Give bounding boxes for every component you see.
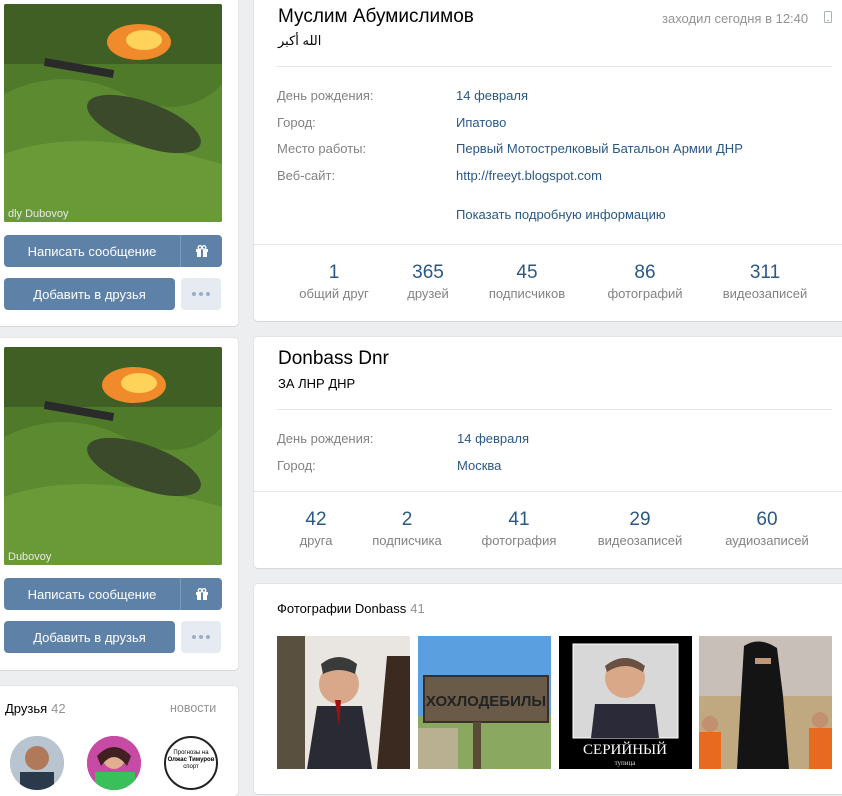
divider: [276, 66, 832, 67]
profile2-label-birthday: День рождения:: [277, 431, 374, 446]
divider: [276, 409, 832, 410]
photos-title[interactable]: Фотографии Donbass 41: [277, 601, 425, 616]
profile2-counter-followers[interactable]: 2 подписчика: [360, 509, 454, 548]
friends-news-link[interactable]: новости: [170, 701, 216, 715]
phone-icon: [824, 11, 832, 23]
profile2-label-city: Город:: [277, 458, 316, 473]
friend-avatar-3[interactable]: Прогнозы на Олжас Тимуров спорт: [164, 736, 218, 790]
profile2-photo[interactable]: Dubovoy: [4, 347, 222, 565]
profile2-message-button[interactable]: Написать сообщение: [4, 578, 180, 610]
photo-thumb-2-text: ХОХЛОДЕБИЛЫ: [426, 693, 546, 710]
profile1-name: Муслим Абумислимов: [278, 6, 474, 27]
profile2-photo-watermark: Dubovoy: [8, 551, 52, 563]
profile1-label-website: Веб-сайт:: [277, 168, 336, 183]
profile1-value-birthday[interactable]: 14 февраля: [456, 88, 528, 103]
more-icon: [192, 292, 196, 296]
divider: [254, 244, 842, 245]
photo-thumb-2[interactable]: ХОХЛОДЕБИЛЫ: [418, 636, 551, 769]
friend-avatar-1[interactable]: [10, 736, 64, 790]
profile2-add-friend-button[interactable]: Добавить в друзья: [4, 621, 175, 653]
profile1-counter-photos[interactable]: 86 фотографий: [595, 262, 695, 301]
profile1-label-city: Город:: [277, 115, 316, 130]
profile1-value-city[interactable]: Ипатово: [456, 115, 506, 130]
photo-thumb-1[interactable]: [277, 636, 410, 769]
profile1-counter-followers[interactable]: 45 подписчиков: [474, 262, 580, 301]
profile1-show-more-link[interactable]: Показать подробную информацию: [456, 207, 666, 222]
friend-avatar-2[interactable]: [87, 736, 141, 790]
profile1-counter-mutual[interactable]: 1 общий друг: [286, 262, 382, 301]
profile1-add-friend-button[interactable]: Добавить в друзья: [4, 278, 175, 310]
profile1-online-status: заходил сегодня в 12:40: [662, 11, 809, 26]
profile2-add-friend-label: Добавить в друзья: [33, 629, 146, 645]
photo-thumb-3[interactable]: СЕРИЙНЫЙ тупица: [559, 636, 692, 769]
profile1-more-button[interactable]: [181, 278, 221, 310]
profile1-photo[interactable]: dly Dubovoy: [4, 4, 222, 222]
profile1-value-work[interactable]: Первый Мотострелковый Батальон Армии ДНР: [456, 141, 743, 156]
photos-count: 41: [410, 601, 425, 616]
profile2-counter-photos[interactable]: 41 фотография: [470, 509, 568, 548]
profile2-gift-button[interactable]: [180, 578, 222, 610]
profile1-label-work: Место работы:: [277, 141, 367, 156]
profile1-counter-friends[interactable]: 365 друзей: [384, 262, 472, 301]
profile1-status: الله أكبر: [278, 33, 322, 48]
profile2-name: Donbass Dnr: [278, 348, 389, 369]
profile1-gift-button[interactable]: [180, 235, 222, 267]
profile2-status: ЗА ЛНР ДНР: [278, 376, 356, 391]
divider: [254, 491, 842, 492]
photo-thumb-3-sub: тупица: [615, 759, 637, 767]
friend-avatar-3-text-2: Олжас Тимуров: [167, 757, 215, 763]
friends-count: 42: [51, 701, 66, 716]
profile1-counter-videos[interactable]: 311 видеозаписей: [710, 262, 820, 301]
more-icon: [192, 635, 196, 639]
profile1-label-birthday: День рождения:: [277, 88, 374, 103]
profile2-value-birthday[interactable]: 14 февраля: [457, 431, 529, 446]
profile1-add-friend-label: Добавить в друзья: [33, 286, 146, 302]
profile1-message-button[interactable]: Написать сообщение: [4, 235, 180, 267]
gift-icon: [195, 245, 208, 257]
profile2-counter-videos[interactable]: 29 видеозаписей: [585, 509, 695, 548]
profile2-more-button[interactable]: [181, 621, 221, 653]
profile1-message-label: Написать сообщение: [27, 243, 157, 259]
photo-thumb-3-text: СЕРИЙНЫЙ: [583, 741, 667, 758]
friend-avatar-3-text-1: Прогнозы на: [173, 750, 209, 756]
profile1-photo-watermark: dly Dubovoy: [8, 208, 69, 220]
gift-icon: [195, 588, 208, 600]
profile2-value-city[interactable]: Москва: [457, 458, 501, 473]
profile1-value-website[interactable]: http://freeyt.blogspot.com: [456, 168, 602, 183]
friend-avatar-3-text-3: спорт: [183, 764, 199, 770]
profile2-counter-friends[interactable]: 42 друга: [276, 509, 356, 548]
friends-title[interactable]: Друзья 42: [5, 701, 66, 716]
photo-thumb-4[interactable]: [699, 636, 832, 769]
profile2-message-label: Написать сообщение: [27, 586, 157, 602]
profile2-counter-audios[interactable]: 60 аудиозаписей: [712, 509, 822, 548]
